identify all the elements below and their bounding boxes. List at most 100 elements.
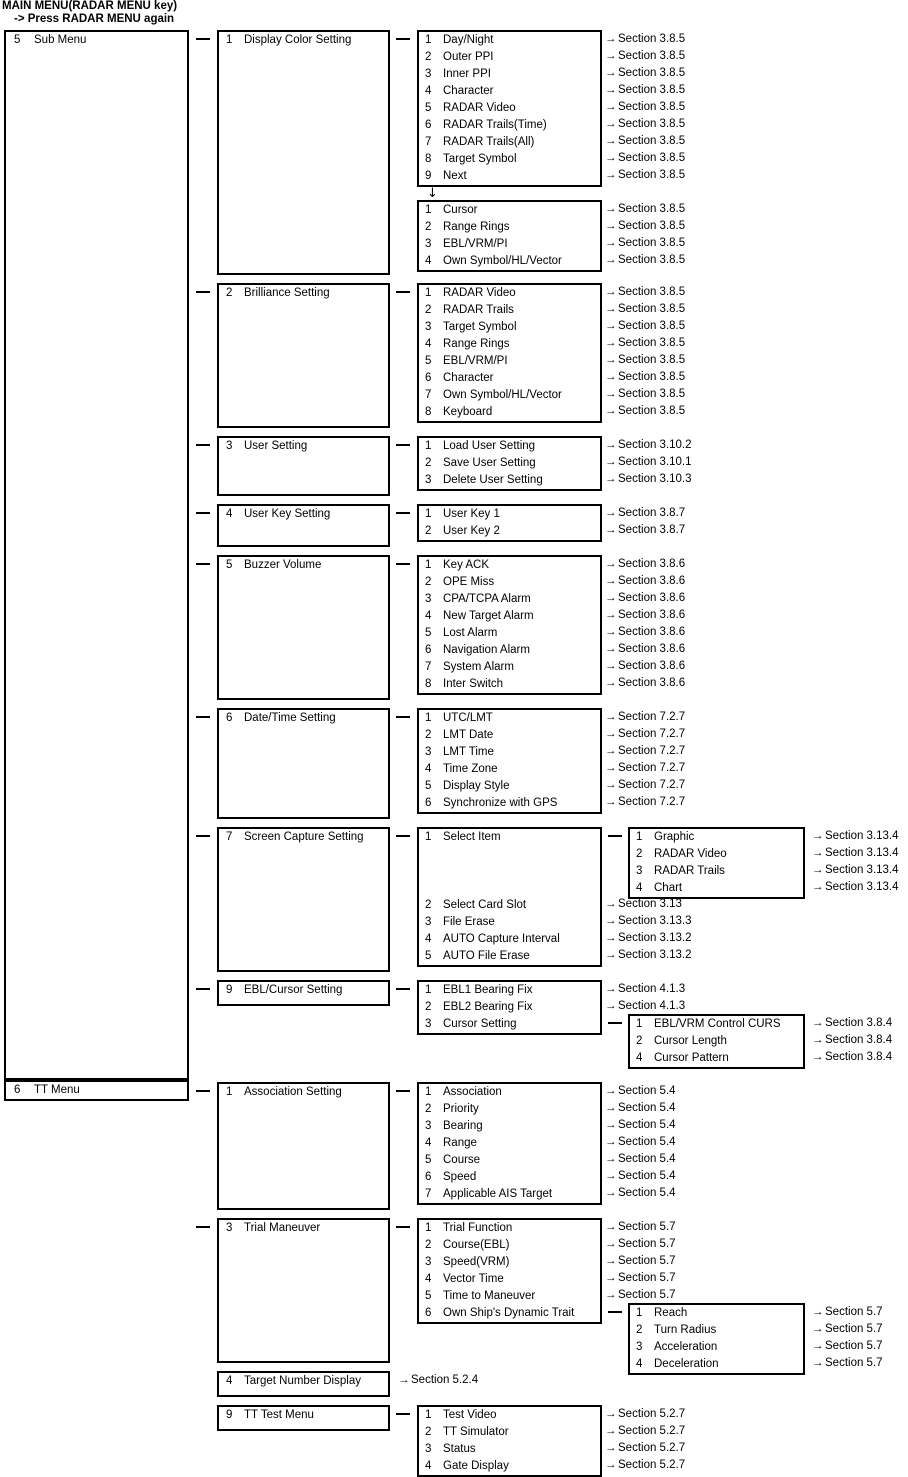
menu-box-select-item-options[interactable]: 1 Graphic 2 RADAR Video 3 RADAR Trails 4 Cha… (628, 827, 805, 899)
menu-box-buzzer-volume[interactable]: 5 Buzzer Volume (217, 555, 390, 700)
menu-item[interactable]: 3 Target Symbol (419, 319, 600, 336)
menu-item[interactable]: 1 Test Video (419, 1407, 600, 1424)
menu-box-sub-menu[interactable]: 5 Sub Menu (4, 30, 189, 1080)
menu-item[interactable]: 1 Display Color Setting (219, 32, 388, 49)
menu-item[interactable]: 1 Select Item (419, 829, 600, 846)
menu-item[interactable]: 5 EBL/VRM/PI (419, 353, 600, 370)
menu-box-brilliance-setting[interactable]: 2 Brilliance Setting (217, 283, 390, 428)
menu-item[interactable]: 4 Deceleration (630, 1356, 803, 1373)
menu-item[interactable]: 6 Own Ship's Dynamic Trait (419, 1305, 600, 1322)
menu-item[interactable]: 4 Cursor Pattern (630, 1050, 803, 1067)
menu-item[interactable]: 5 Lost Alarm (419, 625, 600, 642)
menu-box-ebl-cursor-items[interactable]: 1 EBL1 Bearing Fix 2 EBL2 Bearing Fix 3 Cur… (417, 980, 602, 1035)
menu-box-ebl-cursor-setting[interactable]: 9 EBL/Cursor Setting (217, 980, 390, 1006)
menu-item[interactable]: 2 Save User Setting (419, 455, 600, 472)
menu-box-date-time-setting[interactable]: 6 Date/Time Setting (217, 708, 390, 819)
menu-item[interactable]: 7 Own Symbol/HL/Vector (419, 387, 600, 404)
menu-item[interactable]: 6 TT Menu (6, 1082, 187, 1099)
menu-box-cursor-setting-items[interactable]: 1 EBL/VRM Control CURS 2 Cursor Length 4 Cu… (628, 1014, 805, 1069)
menu-item[interactable]: 3 Trial Maneuver (219, 1220, 388, 1237)
menu-item[interactable]: 1 Load User Setting (419, 438, 600, 455)
menu-item[interactable]: 1 EBL/VRM Control CURS (630, 1016, 803, 1033)
menu-item[interactable]: 1 RADAR Video (419, 285, 600, 302)
menu-box-user-setting[interactable]: 3 User Setting (217, 436, 390, 496)
menu-item[interactable]: 9 TT Test Menu (219, 1407, 388, 1424)
menu-box-display-color-items-a[interactable]: 1 Day/Night 2 Outer PPI 3 Inner PPI 4 Charac… (417, 30, 602, 187)
menu-item[interactable]: 6 Speed (419, 1169, 600, 1186)
menu-item[interactable]: 2 Brilliance Setting (219, 285, 388, 302)
menu-box-dynamic-trait-items[interactable]: 1 Reach 2 Turn Radius 3 Acceleration 4 Decel… (628, 1303, 805, 1375)
menu-box-screen-capture-items[interactable]: 1 Select Item 2 Select Card Slot 3 File Era… (417, 827, 602, 967)
menu-item[interactable]: 7 Screen Capture Setting (219, 829, 388, 846)
menu-box-trial-maneuver[interactable]: 3 Trial Maneuver (217, 1218, 390, 1363)
menu-item[interactable]: 2 EBL2 Bearing Fix (419, 999, 600, 1016)
menu-item[interactable]: 4 Own Symbol/HL/Vector (419, 253, 600, 270)
menu-item[interactable]: 4 User Key Setting (219, 506, 388, 523)
menu-item[interactable]: 8 Keyboard (419, 404, 600, 421)
menu-item[interactable]: 1 Association Setting (219, 1084, 388, 1101)
menu-item[interactable]: 4 Range Rings (419, 336, 600, 353)
menu-item[interactable]: 2 Select Card Slot (419, 897, 600, 914)
menu-item[interactable]: 1 Reach (630, 1305, 803, 1322)
menu-item[interactable]: 9 EBL/Cursor Setting (219, 982, 388, 999)
menu-item[interactable]: 5 RADAR Video (419, 100, 600, 117)
menu-item[interactable]: 1 Key ACK (419, 557, 600, 574)
menu-item[interactable]: 6 Character (419, 370, 600, 387)
menu-item[interactable]: 5 Buzzer Volume (219, 557, 388, 574)
menu-item[interactable]: 3 LMT Time (419, 744, 600, 761)
menu-item[interactable]: 4 Target Number Display (219, 1373, 388, 1390)
menu-item[interactable]: 6 Date/Time Setting (219, 710, 388, 727)
menu-item[interactable]: 4 Vector Time (419, 1271, 600, 1288)
menu-item[interactable]: 2 Cursor Length (630, 1033, 803, 1050)
menu-item[interactable]: 5 Sub Menu (6, 32, 187, 49)
menu-item[interactable]: 3 Status (419, 1441, 600, 1458)
menu-item[interactable]: 2 RADAR Trails (419, 302, 600, 319)
menu-item[interactable]: 3 Speed(VRM) (419, 1254, 600, 1271)
menu-item[interactable]: 2 Range Rings (419, 219, 600, 236)
menu-item[interactable]: 2 Turn Radius (630, 1322, 803, 1339)
menu-item[interactable]: 1 Association (419, 1084, 600, 1101)
menu-box-display-color-items-b[interactable]: 1 Cursor 2 Range Rings 3 EBL/VRM/PI 4 Own Sy… (417, 200, 602, 272)
menu-box-tt-test-menu[interactable]: 9 TT Test Menu (217, 1405, 390, 1431)
menu-item[interactable]: 8 Inter Switch (419, 676, 600, 693)
menu-box-association-setting[interactable]: 1 Association Setting (217, 1082, 390, 1210)
menu-item[interactable]: 3 User Setting (219, 438, 388, 455)
menu-item[interactable]: 3 File Erase (419, 914, 600, 931)
menu-item[interactable]: 1 Trial Function (419, 1220, 600, 1237)
menu-item[interactable]: 2 OPE Miss (419, 574, 600, 591)
menu-item[interactable]: 4 Character (419, 83, 600, 100)
menu-item[interactable]: 9 Next (419, 168, 600, 185)
menu-item[interactable]: 1 Graphic (630, 829, 803, 846)
menu-item[interactable]: 4 Time Zone (419, 761, 600, 778)
menu-item[interactable]: 7 System Alarm (419, 659, 600, 676)
menu-item[interactable]: 6 Navigation Alarm (419, 642, 600, 659)
menu-item[interactable]: 5 Time to Maneuver (419, 1288, 600, 1305)
menu-item[interactable]: 2 User Key 2 (419, 523, 600, 540)
menu-item[interactable]: 5 Display Style (419, 778, 600, 795)
menu-item[interactable]: 4 Range (419, 1135, 600, 1152)
menu-item[interactable]: 7 RADAR Trails(All) (419, 134, 600, 151)
menu-box-user-key-items[interactable]: 1 User Key 1 2 User Key 2 (417, 504, 602, 542)
menu-box-trial-maneuver-items[interactable]: 1 Trial Function 2 Course(EBL) 3 Speed(VRM)… (417, 1218, 602, 1324)
menu-item[interactable]: 2 Priority (419, 1101, 600, 1118)
menu-item[interactable]: 6 RADAR Trails(Time) (419, 117, 600, 134)
menu-item[interactable]: 1 EBL1 Bearing Fix (419, 982, 600, 999)
menu-box-target-number-display[interactable]: 4 Target Number Display (217, 1371, 390, 1397)
menu-box-screen-capture-setting[interactable]: 7 Screen Capture Setting (217, 827, 390, 972)
menu-item[interactable]: 3 EBL/VRM/PI (419, 236, 600, 253)
menu-box-datetime-items[interactable]: 1 UTC/LMT 2 LMT Date 3 LMT Time 4 Time Zone … (417, 708, 602, 814)
menu-item[interactable]: 1 User Key 1 (419, 506, 600, 523)
menu-box-brilliance-items[interactable]: 1 RADAR Video 2 RADAR Trails 3 Target Symbo… (417, 283, 602, 423)
menu-item[interactable]: 5 AUTO File Erase (419, 948, 600, 965)
menu-box-association-items[interactable]: 1 Association 2 Priority 3 Bearing 4 Range 5… (417, 1082, 602, 1205)
menu-box-buzzer-items[interactable]: 1 Key ACK 2 OPE Miss 3 CPA/TCPA Alarm 4 New … (417, 555, 602, 695)
menu-item[interactable]: 1 UTC/LMT (419, 710, 600, 727)
menu-item[interactable]: 4 New Target Alarm (419, 608, 600, 625)
menu-item[interactable]: 3 CPA/TCPA Alarm (419, 591, 600, 608)
menu-item[interactable]: 4 Gate Display (419, 1458, 600, 1475)
menu-item[interactable]: 2 RADAR Video (630, 846, 803, 863)
menu-item[interactable]: 3 Bearing (419, 1118, 600, 1135)
menu-item[interactable]: 4 Chart (630, 880, 803, 897)
menu-item[interactable]: 2 Course(EBL) (419, 1237, 600, 1254)
menu-item[interactable]: 3 Inner PPI (419, 66, 600, 83)
